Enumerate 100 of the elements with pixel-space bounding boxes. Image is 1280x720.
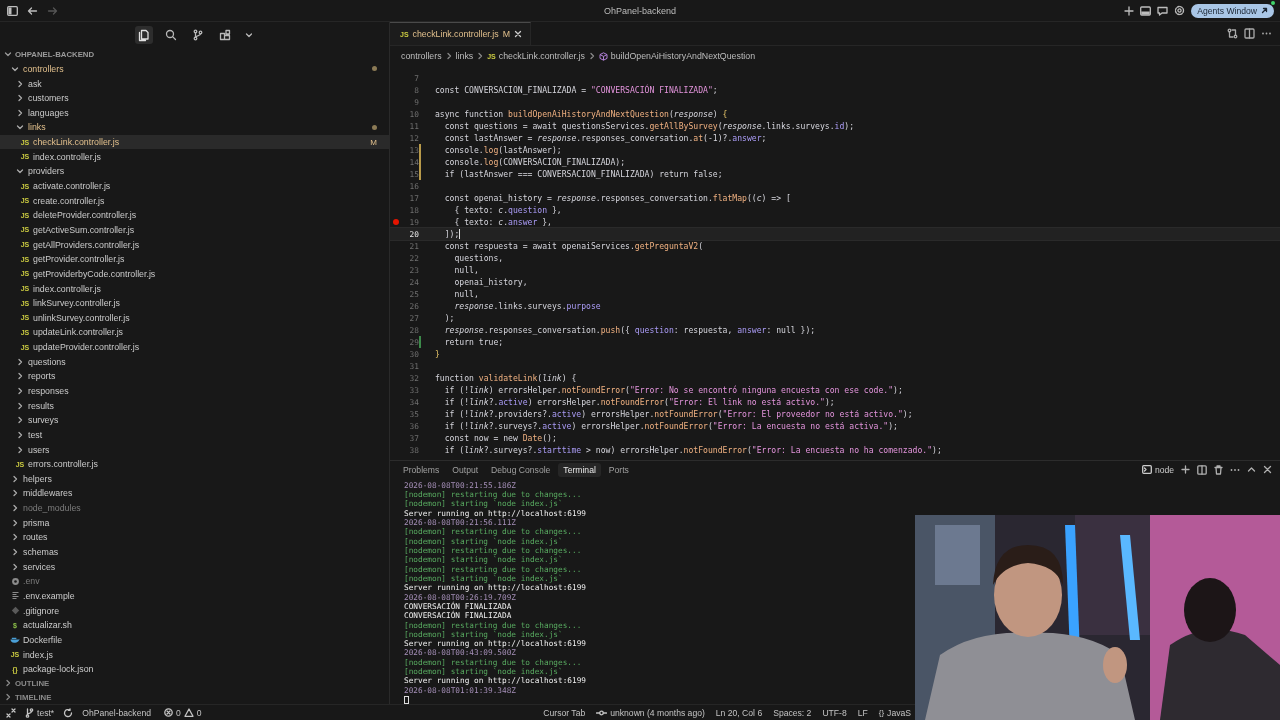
gear-icon bbox=[10, 576, 20, 586]
folder-item[interactable]: schemas bbox=[0, 544, 389, 560]
status-item[interactable]: LF bbox=[853, 707, 872, 718]
status-item[interactable]: Spaces: 2 bbox=[769, 707, 816, 718]
language-item[interactable]: {} JavaS bbox=[874, 707, 915, 718]
breadcrumb-item[interactable]: links bbox=[455, 51, 474, 61]
project-item[interactable]: OhPanel-backend bbox=[78, 707, 155, 718]
folder-item[interactable]: reports bbox=[0, 369, 389, 384]
modified-dot bbox=[372, 66, 377, 72]
file-item[interactable]: .gitignore bbox=[0, 603, 389, 618]
code-line: questions, bbox=[453, 253, 504, 263]
cube-icon bbox=[598, 51, 608, 61]
panel-tab[interactable]: Problems bbox=[398, 462, 445, 477]
folder-item[interactable]: services bbox=[0, 559, 389, 574]
file-item[interactable]: .env bbox=[0, 574, 389, 589]
window-title: OhPanel-backend bbox=[603, 5, 677, 16]
whale-icon bbox=[10, 635, 20, 645]
code-line: ); bbox=[443, 313, 455, 323]
settings-icon[interactable] bbox=[1174, 5, 1186, 16]
status-item[interactable]: UTF-8 bbox=[818, 707, 851, 718]
code-line: if (!link?.providers?.active) errorsHelper.notFoundError("Error: El proveedor no está activo."); bbox=[443, 409, 913, 419]
code-line: console.log(lastAnswer); bbox=[443, 145, 562, 155]
panel-tab[interactable]: Output bbox=[447, 462, 484, 477]
breadcrumb-item[interactable]: checkLink.controller.js bbox=[498, 51, 585, 61]
folder-item[interactable]: links bbox=[0, 120, 389, 135]
code-line: ]); bbox=[443, 228, 460, 239]
breakpoint-dot[interactable] bbox=[393, 219, 399, 225]
plus-icon[interactable] bbox=[1181, 465, 1190, 475]
warning-icon bbox=[183, 708, 194, 717]
folder-item[interactable]: customers bbox=[0, 90, 389, 106]
panel-tab[interactable]: Ports bbox=[603, 462, 634, 477]
trash-icon[interactable] bbox=[1214, 464, 1223, 475]
remote-icon[interactable] bbox=[6, 707, 16, 718]
error-count: 0 bbox=[176, 707, 181, 718]
code-line: if (!link?.surveys?.active) errorsHelper.notFoundError("Error: La encuesta no está activa."); bbox=[443, 421, 898, 431]
back-arrow-icon[interactable] bbox=[27, 5, 38, 16]
commit-icon bbox=[596, 708, 608, 717]
external-arrow-icon bbox=[1261, 7, 1268, 14]
folder-item[interactable]: users bbox=[0, 442, 389, 457]
terminal-icon bbox=[1141, 465, 1152, 475]
status-item[interactable]: Cursor Tab bbox=[539, 707, 590, 718]
code-line: const openai_history = response.responses_conversation.flatMap((c) => [ bbox=[443, 193, 791, 203]
text-cursor bbox=[459, 229, 461, 240]
folder-item[interactable]: routes bbox=[0, 530, 389, 545]
chat-icon[interactable] bbox=[1157, 5, 1169, 16]
panel-layout-icon[interactable] bbox=[1140, 5, 1152, 16]
status-item[interactable]: unknown (4 months ago) bbox=[592, 707, 709, 718]
code-line: if (lastAnswer === CONVERSACION_FINALIZADA) return false; bbox=[443, 169, 723, 179]
folder-item[interactable]: ask bbox=[0, 76, 389, 91]
folder-item[interactable]: controllers bbox=[0, 61, 389, 77]
diamond-icon bbox=[10, 606, 20, 616]
code-line: { texto: c.answer }, bbox=[453, 217, 552, 227]
code-line: null, bbox=[453, 265, 479, 275]
folder-item[interactable]: questions bbox=[0, 354, 389, 370]
code-line: const CONVERSACION_FINALIZADA = "CONVERSACIÓN FINALIZADA"; bbox=[435, 85, 718, 95]
folder-item[interactable]: surveys bbox=[0, 412, 389, 428]
folder-item[interactable]: middlewares bbox=[0, 486, 389, 501]
panel-tab[interactable]: Debug Console bbox=[486, 462, 556, 477]
code-line: const lastAnswer = response.responses_conversation.at(-1)?.answer; bbox=[443, 133, 767, 143]
code-line: if (link?.surveys?.starttime > now) errorsHelper.notFoundError("Error: La encuesta no ha comenzado."); bbox=[443, 445, 942, 455]
breadcrumb-item[interactable]: controllers bbox=[401, 51, 442, 61]
folder-item[interactable]: test bbox=[0, 427, 389, 443]
code-line: return true; bbox=[443, 337, 504, 347]
close-icon[interactable] bbox=[1263, 465, 1272, 475]
branch-item[interactable]: test* bbox=[21, 707, 59, 718]
sync-icon[interactable] bbox=[63, 707, 74, 718]
plus-icon[interactable] bbox=[1124, 5, 1135, 16]
close-icon[interactable] bbox=[513, 30, 522, 38]
problems-item[interactable]: 0 0 bbox=[160, 707, 206, 718]
chevron-icon bbox=[16, 167, 24, 176]
panel-tab[interactable]: Terminal bbox=[558, 462, 601, 477]
folder-item[interactable]: helpers bbox=[0, 471, 389, 487]
split-editor-icon[interactable] bbox=[1244, 28, 1255, 39]
folder-item[interactable]: languages bbox=[0, 105, 389, 121]
files-icon[interactable] bbox=[134, 26, 153, 44]
code-line: response.links.surveys.purpose bbox=[453, 301, 601, 311]
compare-changes-icon[interactable] bbox=[1227, 28, 1238, 39]
file-item[interactable]: .env.example bbox=[0, 588, 389, 604]
folder-item[interactable]: providers bbox=[0, 164, 389, 179]
file-item[interactable]: Dockerfile bbox=[0, 632, 389, 648]
code-line: if (!link?.active) errorsHelper.notFoundError("Error: El link no está activo."); bbox=[443, 397, 835, 407]
code-line: console.log(CONVERSACION_FINALIZADA); bbox=[443, 157, 626, 167]
code-line: openai_history, bbox=[453, 277, 528, 287]
code-line: async function buildOpenAiHistoryAndNextQuestion(response) { bbox=[435, 109, 728, 119]
breadcrumb-separator-icon bbox=[476, 52, 485, 60]
git-status-label: M bbox=[502, 29, 510, 39]
folder-item[interactable]: prisma bbox=[0, 515, 389, 531]
warning-count: 0 bbox=[196, 707, 202, 718]
tab-label: checkLink.controller.js bbox=[412, 29, 499, 39]
status-item[interactable]: Ln 20, Col 6 bbox=[711, 707, 767, 718]
chevron-up-icon[interactable] bbox=[1247, 465, 1256, 475]
split-icon[interactable] bbox=[1197, 464, 1207, 475]
breadcrumb-separator-icon bbox=[587, 52, 596, 60]
folder-item[interactable]: results bbox=[0, 398, 389, 413]
folder-item[interactable]: node_modules bbox=[0, 500, 389, 516]
breadcrumb-item[interactable]: buildOpenAiHistoryAndNextQuestion bbox=[610, 51, 756, 61]
terminal-selector[interactable]: node bbox=[1141, 464, 1174, 475]
folder-item[interactable]: responses bbox=[0, 383, 389, 399]
sidebar-toggle-icon[interactable] bbox=[7, 5, 18, 16]
agents-window-button[interactable]: Agents Window bbox=[1191, 3, 1274, 18]
